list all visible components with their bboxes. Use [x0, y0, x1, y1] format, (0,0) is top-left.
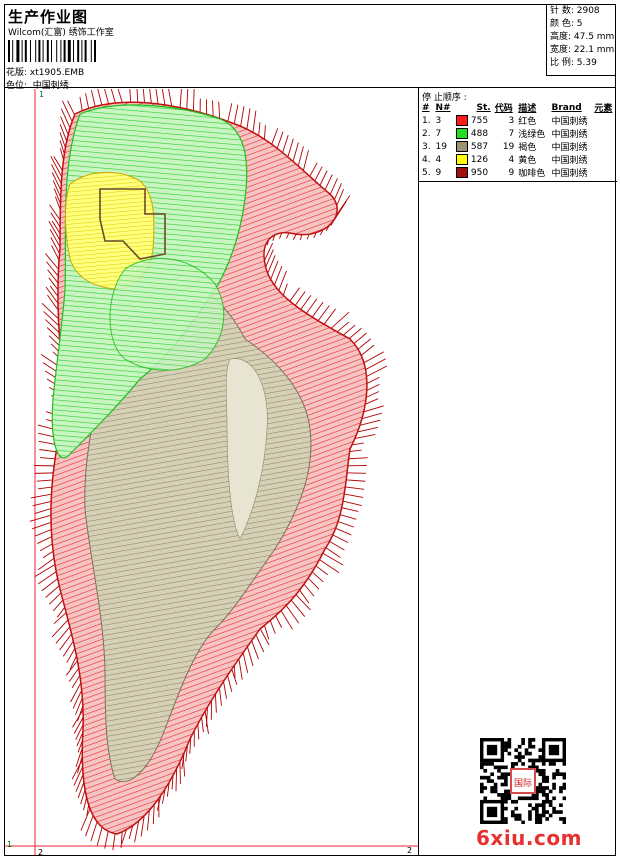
qr-code: 国际: [480, 738, 566, 824]
stitch-count: 755: [470, 116, 489, 126]
cell-element: [592, 166, 616, 179]
cell-desc: 黄色: [518, 156, 537, 166]
qr-stamp: 国际: [514, 778, 532, 789]
cell-code: 19: [502, 141, 515, 152]
cell-desc: 红色: [518, 117, 537, 127]
cell-brand: 中国刺绣: [551, 143, 588, 153]
cell-stitches: 587: [454, 140, 493, 153]
barcode: [8, 40, 96, 62]
cell-element: [592, 140, 616, 153]
stat-colors: 颜 色: 5: [550, 19, 583, 29]
cell-index: 3.: [422, 141, 431, 152]
col-header-element: 元素: [594, 104, 613, 114]
cell-stitches: 950: [454, 166, 493, 179]
cell-desc: 咖啡色: [518, 169, 546, 179]
table-row: 3. 19 587 19 褐色 中国刺绣: [420, 140, 616, 153]
col-header-code: 代码: [494, 104, 513, 114]
cell-stitches: 126: [454, 153, 493, 166]
cell-stitches: 755: [454, 114, 493, 127]
col-header-index: #: [422, 102, 430, 113]
color-swatch: [455, 141, 468, 152]
cell-index: 4.: [422, 154, 431, 165]
stats-box: 针 数: 2908 颜 色: 5 高度: 47.5 mm 宽度: 22.1 mm…: [546, 4, 616, 76]
header: 生产作业图 Wilcom(汇富) 绣饰工作室 花版: xt1905.EMB 色位…: [4, 4, 616, 91]
watermark-logo: 6xiu.com: [476, 826, 582, 850]
col-header-desc: 描述: [518, 104, 537, 114]
cell-brand: 中国刺绣: [551, 156, 588, 166]
marker-top: 1: [39, 90, 44, 99]
stitch-count: 126: [470, 155, 489, 165]
cell-desc: 浅绿色: [518, 130, 546, 140]
cell-brand: 中国刺绣: [551, 117, 588, 127]
page-title: 生产作业图: [8, 8, 89, 26]
color-swatch: [455, 154, 468, 165]
cell-element: [592, 114, 616, 127]
col-header-stitches: St.: [476, 102, 491, 113]
cell-index: 2.: [422, 128, 431, 139]
stitch-count: 587: [470, 142, 489, 152]
cell-needle: 4: [435, 154, 442, 165]
cell-element: [592, 153, 616, 166]
embroidery-design-canvas: 1 1 2 2: [5, 89, 418, 855]
col-header-needle: N#: [435, 102, 451, 113]
stat-height: 高度: 47.5 mm: [550, 32, 615, 42]
table-row: 4. 4 126 4 黄色 中国刺绣: [420, 153, 616, 166]
stitch-count: 488: [470, 129, 489, 139]
table-header-row: # N# St. 代码 描述 Brand 元素: [420, 101, 616, 115]
marker-bottom-left: 2: [38, 848, 43, 855]
table-row: 1. 3 755 3 红色 中国刺绣: [420, 114, 616, 127]
file-label: 花版:: [6, 68, 28, 78]
stat-ratio: 比 例: 5.39: [550, 58, 597, 68]
col-header-brand: Brand: [551, 102, 582, 113]
stitch-count: 950: [470, 168, 489, 178]
cell-brand: 中国刺绣: [551, 169, 588, 179]
stat-stitches: 针 数: 2908: [550, 6, 600, 16]
cell-code: 3: [508, 115, 515, 126]
cell-index: 5.: [422, 167, 431, 178]
marker-left: 1: [7, 840, 12, 849]
table-row: 5. 9 950 9 咖啡色 中国刺绣: [420, 166, 616, 179]
file-name: xt1905.EMB: [29, 68, 85, 78]
table-divider: [419, 181, 617, 182]
stop-sequence-table: # N# St. 代码 描述 Brand 元素 1. 3 755 3 红色 中国刺绣 2. 7…: [420, 101, 616, 180]
cell-stitches: 488: [454, 127, 493, 140]
cell-needle: 9: [435, 167, 442, 178]
cell-code: 7: [508, 128, 515, 139]
color-swatch: [455, 128, 468, 139]
cell-index: 1.: [422, 115, 431, 126]
table-row: 2. 7 488 7 浅绿色 中国刺绣: [420, 127, 616, 140]
cell-needle: 7: [435, 128, 442, 139]
cell-code: 4: [508, 154, 515, 165]
file-line: 花版: xt1905.EMB: [6, 65, 84, 78]
cell-needle: 3: [435, 115, 442, 126]
cell-brand: 中国刺绣: [551, 130, 588, 140]
cell-code: 9: [508, 167, 515, 178]
cell-element: [592, 127, 616, 140]
color-swatch: [455, 115, 468, 126]
green-stem-area: [109, 257, 225, 371]
stat-width: 宽度: 22.1 mm: [550, 45, 615, 55]
cell-desc: 褐色: [518, 143, 537, 153]
color-swatch: [455, 167, 468, 178]
company-name: Wilcom(汇富) 绣饰工作室: [8, 28, 114, 38]
marker-bottom-right: 2: [407, 846, 412, 855]
cell-needle: 19: [435, 141, 447, 152]
